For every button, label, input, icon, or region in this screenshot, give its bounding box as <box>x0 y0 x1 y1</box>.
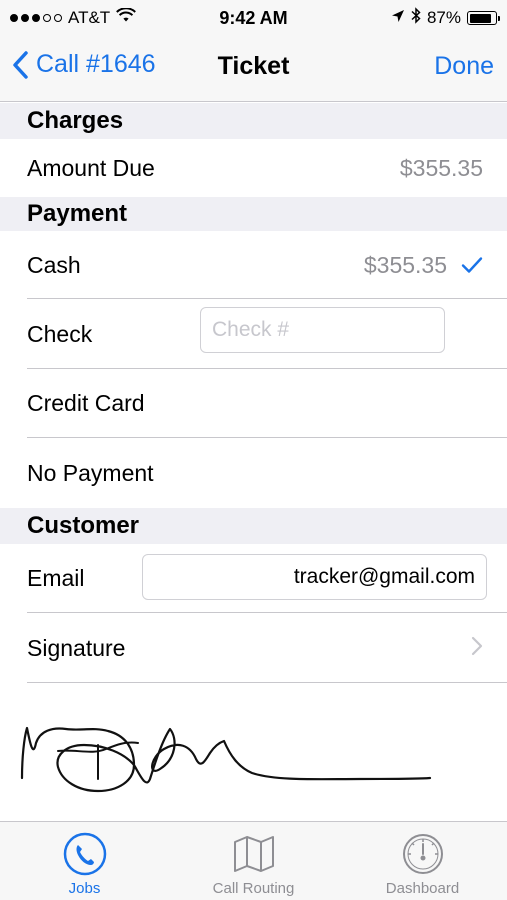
amount-due-row: Amount Due $355.35 <box>0 139 507 197</box>
signature-label: Signature <box>27 634 126 661</box>
payment-option-no-payment[interactable]: No Payment <box>0 438 507 508</box>
signature-row[interactable]: Signature <box>0 613 507 683</box>
signal-strength-icon <box>10 14 62 22</box>
amount-due-value: $355.35 <box>399 154 483 181</box>
email-input[interactable] <box>142 554 487 600</box>
tab-call-routing[interactable]: Call Routing <box>169 822 338 900</box>
section-header-customer: Customer <box>0 508 507 544</box>
map-icon <box>232 832 276 876</box>
carrier-name: AT&T <box>68 8 111 27</box>
status-right: 87% <box>391 7 500 29</box>
section-header-payment: Payment <box>0 197 507 231</box>
no-payment-label: No Payment <box>27 459 154 486</box>
status-bar: AT&T 9:42 AM 87% <box>0 0 507 36</box>
tab-dashboard-label: Dashboard <box>385 880 460 897</box>
battery-fill <box>469 13 492 23</box>
battery-icon <box>467 11 500 25</box>
done-button[interactable]: Done <box>434 52 494 81</box>
email-row: Email <box>0 544 507 613</box>
tab-jobs[interactable]: Jobs <box>0 822 169 900</box>
checkmark-icon <box>461 256 483 274</box>
battery-percent: 87% <box>426 8 461 27</box>
tab-jobs-label: Jobs <box>68 880 101 897</box>
payment-option-check[interactable]: Check <box>0 299 507 369</box>
payment-option-credit-card[interactable]: Credit Card <box>0 369 507 438</box>
tab-dashboard[interactable]: Dashboard <box>338 822 507 900</box>
phone-icon <box>63 832 107 876</box>
check-number-input[interactable] <box>200 307 445 353</box>
back-button[interactable]: Call #1646 <box>12 50 156 79</box>
chevron-left-icon <box>13 50 28 79</box>
amount-due-label: Amount Due <box>27 154 155 181</box>
location-arrow-icon <box>391 8 405 28</box>
gauge-icon <box>401 832 445 876</box>
tab-call-routing-label: Call Routing <box>212 880 295 897</box>
back-button-label: Call #1646 <box>36 50 156 78</box>
navigation-bar: Call #1646 Ticket Done <box>0 36 507 102</box>
cash-label: Cash <box>27 251 81 278</box>
email-label: Email <box>27 565 85 591</box>
status-left: AT&T <box>10 7 137 28</box>
credit-card-label: Credit Card <box>27 390 145 416</box>
signature-image <box>0 683 507 820</box>
chevron-right-icon <box>471 635 483 662</box>
cash-amount: $355.35 <box>363 251 447 278</box>
section-header-charges: Charges <box>0 103 507 139</box>
tab-bar: Jobs Call Routing Dashboard <box>0 821 507 900</box>
payment-option-cash[interactable]: Cash $355.35 <box>0 231 507 299</box>
check-label: Check <box>27 320 93 347</box>
wifi-icon <box>116 7 137 28</box>
bluetooth-icon <box>411 7 421 29</box>
